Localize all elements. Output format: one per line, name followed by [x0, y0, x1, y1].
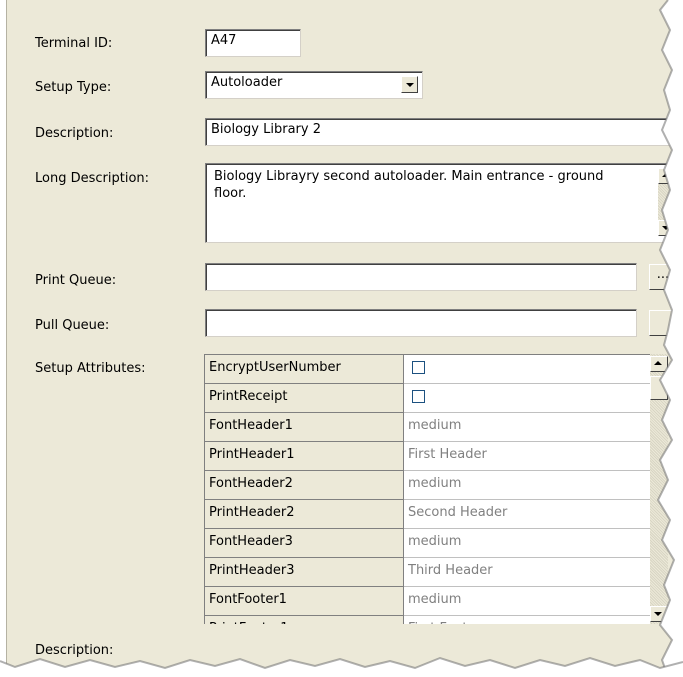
grid-row[interactable]: PrintReceipt: [205, 384, 650, 413]
scroll-down-icon[interactable]: [650, 606, 668, 622]
attributes-grid-scrollbar[interactable]: [650, 354, 668, 624]
footer-description-label: Description:: [35, 643, 114, 658]
grid-row[interactable]: EncryptUserNumber: [205, 355, 650, 384]
grid-row-value[interactable]: Second Header: [404, 500, 650, 529]
setup-type-selected-value: Autoloader: [211, 75, 283, 90]
grid-row-name: FontHeader1: [205, 413, 404, 442]
long-description-text: Biology Librayry second autoloader. Main…: [214, 169, 604, 201]
print-queue-label: Print Queue:: [35, 273, 117, 288]
scrollbar-thumb[interactable]: [650, 376, 668, 400]
print-queue-field[interactable]: [205, 263, 637, 291]
long-description-scrollbar[interactable]: [658, 168, 676, 236]
terminal-id-label: Terminal ID:: [35, 36, 113, 51]
grid-row[interactable]: FontHeader3 medium: [205, 529, 650, 558]
grid-row[interactable]: FontFooter1 medium: [205, 587, 650, 616]
checkbox-icon[interactable]: [412, 390, 425, 403]
grid-row-checkbox-cell[interactable]: [404, 355, 650, 384]
setup-attributes-label: Setup Attributes:: [35, 361, 146, 376]
dropdown-arrow-icon[interactable]: [401, 76, 418, 93]
long-description-field[interactable]: Biology Librayry second autoloader. Main…: [205, 163, 683, 243]
grid-row[interactable]: FontHeader2 medium: [205, 471, 650, 500]
grid-row-value[interactable]: medium: [404, 413, 650, 442]
grid-row-name: PrintHeader1: [205, 442, 404, 471]
grid-row[interactable]: PrintHeader2 Second Header: [205, 500, 650, 529]
pull-queue-browse-button[interactable]: [649, 310, 677, 336]
description-label: Description:: [35, 126, 114, 141]
grid-row-value[interactable]: medium: [404, 529, 650, 558]
grid-row-name: PrintReceipt: [205, 384, 404, 413]
grid-row-name: EncryptUserNumber: [205, 355, 404, 384]
grid-row-value[interactable]: Third Header: [404, 558, 650, 587]
grid-row-name: FontHeader3: [205, 529, 404, 558]
grid-row-name: PrintHeader3: [205, 558, 404, 587]
grid-row[interactable]: PrintFooter1First Footer: [205, 616, 650, 624]
pull-queue-field[interactable]: [205, 309, 637, 337]
pull-queue-label: Pull Queue:: [35, 318, 110, 333]
grid-row-name: FontFooter1: [205, 587, 404, 616]
setup-type-label: Setup Type:: [35, 80, 112, 95]
setup-attributes-grid[interactable]: EncryptUserNumber PrintReceipt FontHeader1…: [204, 354, 650, 624]
long-description-label: Long Description:: [35, 171, 150, 186]
checkbox-icon[interactable]: [412, 361, 425, 374]
description-field[interactable]: Biology Library 2: [205, 118, 683, 146]
scroll-down-icon[interactable]: [658, 220, 676, 236]
grid-row-value[interactable]: medium: [404, 587, 650, 616]
grid-row-checkbox-cell[interactable]: [404, 384, 650, 413]
grid-row-name: PrintFooter1: [205, 616, 404, 624]
grid-row[interactable]: FontHeader1 medium: [205, 413, 650, 442]
grid-row[interactable]: PrintHeader3 Third Header: [205, 558, 650, 587]
grid-row[interactable]: PrintHeader1 First Header: [205, 442, 650, 471]
grid-row-value[interactable]: First Header: [404, 442, 650, 471]
grid-row-value[interactable]: medium: [404, 471, 650, 500]
grid-row-value[interactable]: First Footer: [404, 616, 650, 624]
scroll-up-icon[interactable]: [658, 168, 676, 184]
print-queue-browse-button[interactable]: ...: [649, 264, 677, 290]
setup-type-select[interactable]: Autoloader: [205, 71, 423, 99]
terminal-id-field[interactable]: A47: [205, 29, 301, 57]
grid-row-name: FontHeader2: [205, 471, 404, 500]
scroll-up-icon[interactable]: [650, 356, 668, 372]
grid-row-name: PrintHeader2: [205, 500, 404, 529]
